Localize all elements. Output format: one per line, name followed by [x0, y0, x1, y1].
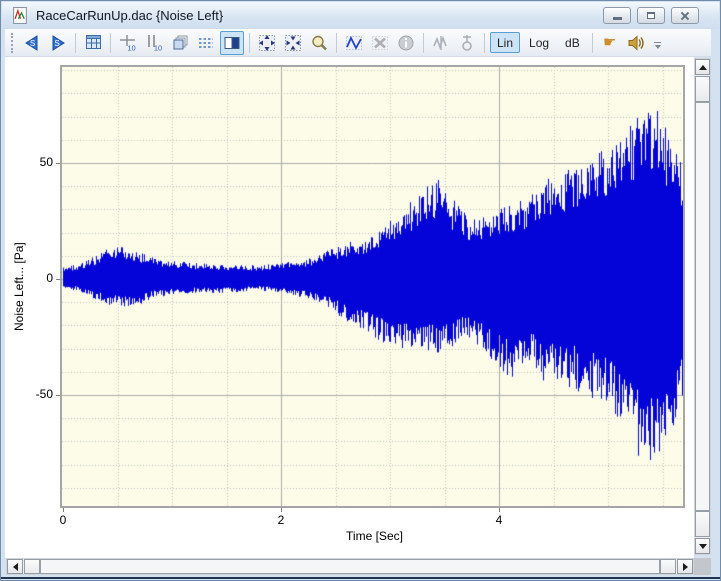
- x-tick-label: 0: [43, 513, 83, 527]
- delete-icon: [371, 34, 389, 52]
- dashed-lines-icon: [197, 34, 215, 52]
- toolbar-overflow-icon: [654, 42, 661, 43]
- svg-text:10: 10: [154, 43, 162, 52]
- svg-text:S: S: [54, 39, 59, 48]
- x-tick-mark: [63, 508, 64, 512]
- window-title: RaceCarRunUp.dac {Noise Left}: [36, 8, 603, 23]
- y-tick-mark: [56, 395, 60, 396]
- toolbar-separator: [336, 33, 337, 53]
- restore-icon: [647, 12, 655, 19]
- zoom-out-icon: [258, 34, 276, 52]
- double-cursor-button[interactable]: 10: [142, 31, 166, 55]
- step-forward-icon: S: [49, 34, 67, 52]
- overlay-traces-button[interactable]: [168, 31, 192, 55]
- info-icon: [397, 34, 415, 52]
- scroll-down-button[interactable]: [695, 538, 710, 554]
- worksheet-grid-icon: [85, 34, 102, 51]
- titlebar[interactable]: RaceCarRunUp.dac {Noise Left}: [2, 2, 719, 29]
- edit-wave-icon: [345, 34, 363, 52]
- v-scroll-thumb[interactable]: [695, 102, 710, 511]
- delete-button[interactable]: [368, 31, 392, 55]
- close-icon: [680, 11, 690, 21]
- v-range-handle-bottom[interactable]: [695, 511, 710, 537]
- info-button[interactable]: [394, 31, 418, 55]
- cursor-values-icon: [432, 34, 450, 52]
- pointer-hand-button[interactable]: ☛: [598, 31, 622, 55]
- overlay-traces-icon: [171, 34, 189, 52]
- scroll-up-button[interactable]: [695, 59, 710, 75]
- y-tick-label: 50: [5, 155, 53, 169]
- x-tick-label: 4: [479, 513, 519, 527]
- app-window: RaceCarRunUp.dac {Noise Left} S S: [0, 0, 721, 581]
- waveform-canvas[interactable]: [62, 67, 683, 506]
- y-tick-mark: [56, 279, 60, 280]
- toolbar-separator: [75, 33, 76, 53]
- toolbar-separator: [110, 33, 111, 53]
- scroll-left-button[interactable]: [7, 559, 23, 574]
- single-panel-button[interactable]: [220, 31, 244, 55]
- cursor-crosshair-icon: 10: [119, 34, 137, 52]
- h-range-handle-right[interactable]: [660, 559, 676, 574]
- waveform-document-icon: [12, 7, 29, 24]
- y-tick-label: -50: [5, 387, 53, 401]
- cursor-double-icon: 10: [145, 34, 163, 52]
- zoom-in-icon: [284, 34, 302, 52]
- svg-text:S: S: [30, 39, 35, 48]
- play-audio-button[interactable]: [624, 31, 648, 55]
- zoom-in-button[interactable]: [281, 31, 305, 55]
- svg-text:10: 10: [127, 43, 135, 52]
- probe-icon: [458, 34, 476, 52]
- db-scale-button[interactable]: dB: [558, 32, 587, 53]
- scroll-right-button[interactable]: [677, 559, 693, 574]
- v-range-handle-top[interactable]: [695, 76, 710, 102]
- toolbar-separator: [249, 33, 250, 53]
- dashed-lines-button[interactable]: [194, 31, 218, 55]
- step-back-icon: S: [23, 34, 41, 52]
- restore-button[interactable]: [637, 7, 665, 24]
- magnifier-icon: [310, 34, 328, 52]
- horizontal-scrollbar[interactable]: [6, 558, 694, 575]
- scrollbar-corner: [694, 558, 711, 575]
- cursor-values-button[interactable]: [429, 31, 453, 55]
- single-cursor-button[interactable]: 10: [116, 31, 140, 55]
- plot-stage: Noise Left... [Pa] Time [Sec] 50 0 -50 0 2 4: [5, 57, 694, 558]
- lin-scale-button[interactable]: Lin: [490, 32, 520, 53]
- arrow-right-icon: [683, 563, 688, 571]
- probe-button[interactable]: [455, 31, 479, 55]
- toolbar-separator: [592, 33, 593, 53]
- x-tick-label: 2: [261, 513, 301, 527]
- toolbar-separator: [423, 33, 424, 53]
- toolbar-overflow-button[interactable]: [652, 33, 664, 53]
- arrow-down-icon: [699, 544, 707, 549]
- h-range-handle-left[interactable]: [24, 559, 40, 574]
- y-tick-mark: [56, 163, 60, 164]
- minimize-icon: [613, 17, 622, 20]
- arrow-up-icon: [699, 65, 707, 70]
- y-axis-label: Noise Left... [Pa]: [11, 67, 27, 506]
- arrow-left-icon: [13, 563, 18, 571]
- vertical-scrollbar[interactable]: [694, 58, 711, 555]
- h-scroll-thumb[interactable]: [40, 559, 660, 574]
- x-tick-mark: [281, 508, 282, 512]
- toolbar-grip[interactable]: [11, 33, 15, 53]
- x-axis-label: Time [Sec]: [62, 529, 687, 543]
- y-tick-label: 0: [5, 271, 53, 285]
- log-scale-button[interactable]: Log: [522, 32, 556, 53]
- speaker-icon: [627, 34, 645, 52]
- pointer-hand-icon: ☛: [603, 35, 616, 50]
- window-bottom-edge: [1, 577, 720, 579]
- step-forward-button[interactable]: S: [46, 31, 70, 55]
- step-back-button[interactable]: S: [20, 31, 44, 55]
- toolbar: S S 10: [5, 29, 711, 57]
- minimize-button[interactable]: [603, 7, 631, 24]
- worksheet-button[interactable]: [81, 31, 105, 55]
- single-panel-icon: [223, 34, 241, 52]
- plot-area[interactable]: [60, 65, 685, 508]
- zoom-out-button[interactable]: [255, 31, 279, 55]
- edit-wave-button[interactable]: [342, 31, 366, 55]
- close-button[interactable]: [671, 7, 699, 24]
- toolbar-separator: [484, 33, 485, 53]
- x-tick-mark: [499, 508, 500, 512]
- zoom-tool-button[interactable]: [307, 31, 331, 55]
